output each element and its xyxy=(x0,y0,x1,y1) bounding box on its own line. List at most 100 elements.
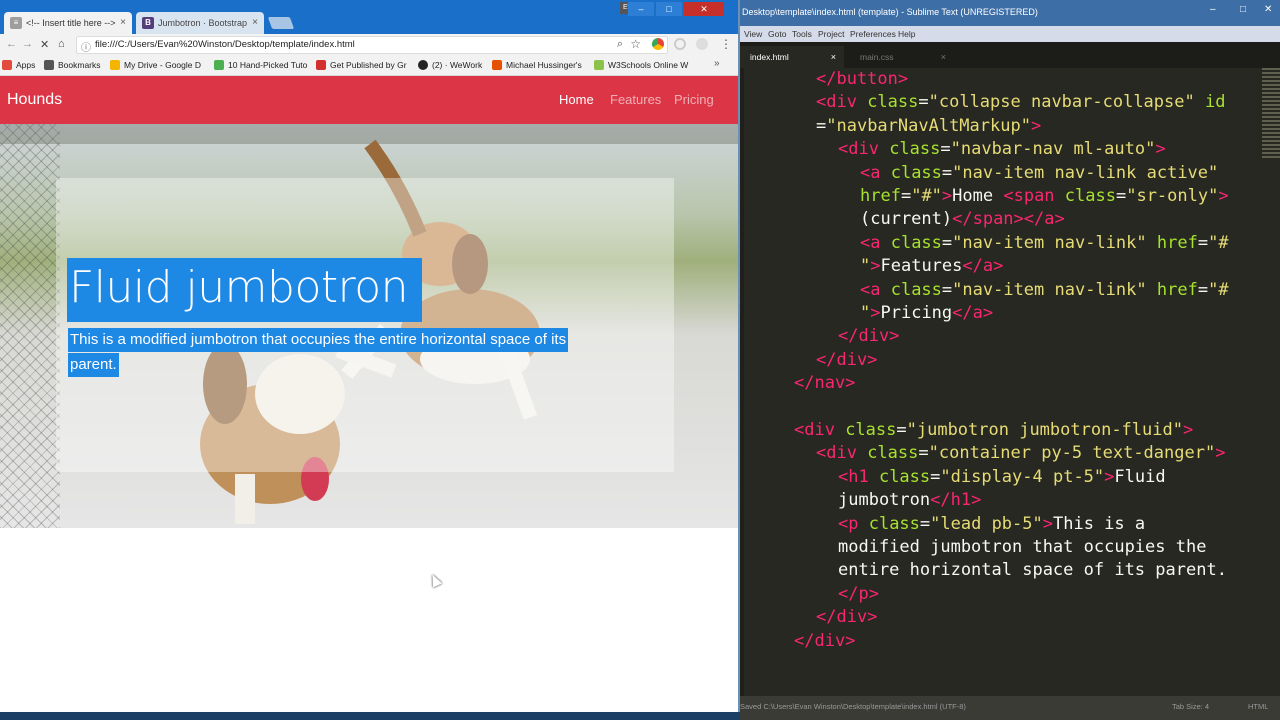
code-token: > xyxy=(1104,466,1115,487)
editor-tab-index-html[interactable]: index.html × xyxy=(740,46,844,68)
code-token: (current) xyxy=(860,209,953,230)
tab-index-html[interactable]: ≡ <!-- Insert title here --> × xyxy=(4,12,132,34)
editor-maximize-button[interactable]: □ xyxy=(1240,4,1246,15)
code-token: Fluid xyxy=(1114,466,1166,487)
status-tab-size[interactable]: Tab Size: 4 xyxy=(1172,702,1209,711)
code-token: </p> xyxy=(838,583,879,604)
forward-icon[interactable]: → xyxy=(22,38,33,50)
tab-bootstrap[interactable]: B Jumbotron · Bootstrap × xyxy=(136,12,264,34)
editor-close-button[interactable]: ✕ xyxy=(1264,4,1272,15)
navbar-brand[interactable]: Hounds xyxy=(7,91,62,109)
bookmark-bookmarks[interactable]: Bookmarks xyxy=(44,60,101,70)
code-token: <a xyxy=(860,279,891,300)
code-line: <div class="collapse navbar-collapse" id xyxy=(816,91,1225,114)
close-window-button[interactable]: ✕ xyxy=(684,2,724,16)
code-token: > xyxy=(1030,115,1042,136)
code-line: <a class="nav-item nav-link active" xyxy=(860,162,1218,185)
bookmark-w3schools[interactable]: W3Schools Online W xyxy=(594,60,688,70)
code-token: "sr-only" xyxy=(1126,186,1219,206)
menu-goto[interactable]: Goto xyxy=(768,29,786,39)
back-icon[interactable]: ← xyxy=(6,38,17,50)
nav-link-features[interactable]: Features xyxy=(610,92,661,107)
code-token: "#" xyxy=(911,186,942,206)
address-bar[interactable]: ⓘ file:///C:/Users/Evan%20Winston/Deskto… xyxy=(76,36,668,54)
editor-minimize-button[interactable]: – xyxy=(1210,4,1216,15)
menu-project[interactable]: Project xyxy=(818,29,844,39)
code-token: <a xyxy=(860,162,891,183)
code-line: </div> xyxy=(794,630,855,653)
maximize-button[interactable]: □ xyxy=(656,2,682,16)
minimap[interactable] xyxy=(1262,68,1280,158)
code-token: = xyxy=(816,115,827,136)
new-tab-button[interactable] xyxy=(267,17,295,29)
stop-icon[interactable]: ✕ xyxy=(40,38,49,51)
tab-close-icon[interactable]: × xyxy=(252,12,258,34)
code-token: This is a xyxy=(1053,513,1146,534)
tab-close-icon[interactable]: × xyxy=(941,46,946,68)
menu-tools[interactable]: Tools xyxy=(792,29,812,39)
editor-menu-bar: View Goto Tools Project Preferences Help xyxy=(740,26,1280,42)
jumbotron-lead-line2: parent. xyxy=(68,353,119,377)
w3schools-icon xyxy=(594,60,604,70)
code-token: = xyxy=(900,186,912,206)
code-token: class xyxy=(845,420,897,440)
chrome-extension-icon[interactable] xyxy=(652,38,664,50)
code-token: href xyxy=(860,186,901,206)
tab-close-icon[interactable]: × xyxy=(831,46,836,68)
code-token: > xyxy=(870,303,881,323)
zoom-icon[interactable]: ⌕ xyxy=(617,38,623,51)
code-token: "container py-5 text-danger" xyxy=(928,443,1216,464)
code-token: = xyxy=(930,466,941,487)
code-token: class xyxy=(867,92,919,113)
info-icon[interactable]: ⓘ xyxy=(81,39,91,54)
nav-link-pricing[interactable]: Pricing xyxy=(674,92,714,107)
code-token: > xyxy=(1215,443,1226,464)
home-icon[interactable]: ⌂ xyxy=(58,38,65,50)
kebab-menu-icon[interactable]: ⋮ xyxy=(720,37,732,51)
code-token: = xyxy=(941,279,953,300)
code-token: <div xyxy=(816,92,868,113)
minimize-button[interactable]: – xyxy=(628,2,654,16)
code-token: = xyxy=(941,162,953,183)
code-token: "# xyxy=(1208,279,1229,300)
code-line: <h1 class="display-4 pt-5">Fluid xyxy=(838,466,1166,489)
code-line: <a class="nav-item nav-link" href="# xyxy=(860,232,1229,255)
code-token: <a xyxy=(860,232,891,253)
bookmark-michael[interactable]: Michael Hussinger's xyxy=(492,60,582,70)
code-token: </nav> xyxy=(794,373,856,394)
menu-view[interactable]: View xyxy=(744,29,762,39)
code-token: " xyxy=(860,256,871,277)
code-area[interactable]: </button> <div class="collapse navbar-col… xyxy=(750,68,1262,696)
code-token: "navbarNavAltMarkup" xyxy=(826,115,1031,136)
extension-icon[interactable] xyxy=(696,38,708,50)
code-token: = xyxy=(940,139,951,160)
menu-help[interactable]: Help xyxy=(898,29,915,39)
code-token: </div> xyxy=(838,326,900,347)
nav-link-home[interactable]: Home xyxy=(559,92,594,107)
sync-extension-icon[interactable] xyxy=(674,38,686,50)
sublime-text-window: Desktop\template\index.html (template) -… xyxy=(740,0,1280,720)
status-syntax[interactable]: HTML xyxy=(1248,702,1268,711)
bookmark-apps[interactable]: Apps xyxy=(2,60,35,70)
menu-preferences[interactable]: Preferences xyxy=(850,29,896,39)
code-token: > xyxy=(870,256,881,277)
code-line: ="navbarNavAltMarkup"> xyxy=(816,115,1041,138)
window-controls: – □ ✕ xyxy=(628,2,724,16)
bookmark-wework[interactable]: (2) · WeWork xyxy=(418,60,482,70)
bookmark-get-published[interactable]: Get Published by Gr xyxy=(316,60,407,70)
code-token: class xyxy=(878,466,931,487)
bookmark-tutorials[interactable]: 10 Hand-Picked Tuto xyxy=(214,60,307,70)
bookmark-star-icon[interactable]: ☆ xyxy=(630,37,641,51)
code-token: </a> xyxy=(962,256,1004,277)
bookmarks-overflow-icon[interactable]: » xyxy=(714,58,720,69)
code-line: </div> xyxy=(816,606,877,629)
jumbotron-hero: Fluid jumbotron This is a modified jumbo… xyxy=(0,124,738,528)
tab-close-icon[interactable]: × xyxy=(120,12,126,34)
code-line: modified jumbotron that occupies the xyxy=(838,536,1206,559)
editor-tab-main-css[interactable]: main.css × xyxy=(850,46,954,68)
bookmark-my-drive[interactable]: My Drive - Google D xyxy=(110,60,201,70)
code-token: "collapse navbar-collapse" xyxy=(928,92,1195,113)
code-token: </button> xyxy=(816,69,909,89)
code-token: <span xyxy=(1003,186,1065,206)
